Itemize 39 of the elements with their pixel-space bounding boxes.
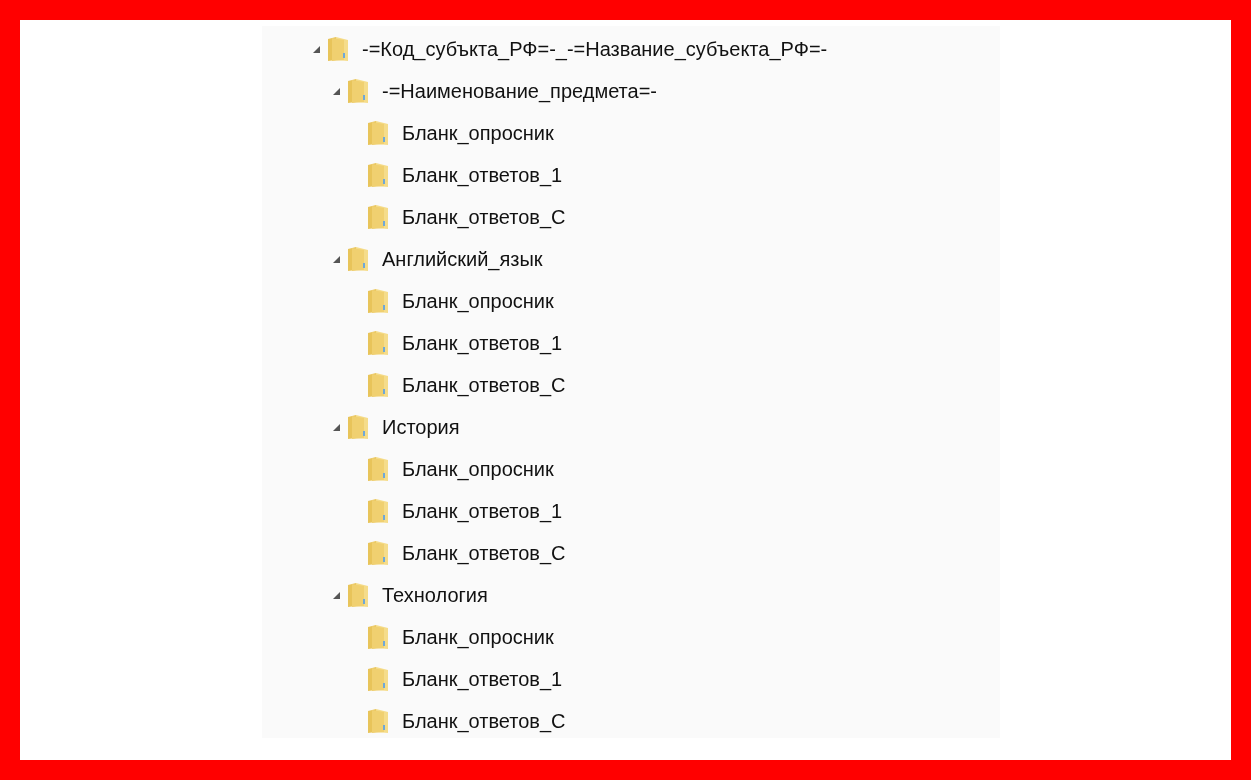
expanded-triangle-icon[interactable] — [331, 590, 341, 600]
folder-icon — [346, 246, 370, 272]
folder-icon — [366, 162, 390, 188]
folder-icon — [346, 78, 370, 104]
folder-name[interactable]: Бланк_опросник — [402, 622, 554, 652]
folder-name[interactable]: Бланк_ответов_С — [402, 202, 566, 232]
folder-name[interactable]: Бланк_ответов_1 — [402, 328, 563, 358]
expanded-triangle-icon[interactable] — [331, 422, 341, 432]
folder-icon — [366, 288, 390, 314]
folder-icon — [366, 372, 390, 398]
folder-icon — [366, 624, 390, 650]
folder-icon — [366, 456, 390, 482]
folder-icon — [366, 204, 390, 230]
folder-name[interactable]: Бланк_опросник — [402, 454, 554, 484]
folder-name[interactable]: История — [382, 412, 460, 442]
folder-name[interactable]: Бланк_опросник — [402, 286, 554, 316]
expanded-triangle-icon[interactable] — [331, 86, 341, 96]
folder-icon — [346, 582, 370, 608]
folder-name[interactable]: Бланк_ответов_С — [402, 538, 566, 568]
expanded-triangle-icon[interactable] — [311, 44, 321, 54]
folder-icon — [366, 120, 390, 146]
folder-name[interactable]: Бланк_ответов_1 — [402, 160, 563, 190]
folder-name[interactable]: Бланк_ответов_С — [402, 370, 566, 400]
folder-name[interactable]: Технология — [382, 580, 488, 610]
folder-name[interactable]: Бланк_ответов_С — [402, 706, 566, 736]
folder-name[interactable]: -=Код_субъкта_РФ=-_-=Название_субъекта_РФ=- — [362, 34, 828, 64]
folder-name[interactable]: -=Наименование_предмета=- — [382, 76, 658, 106]
folder-name[interactable]: Английский_язык — [382, 244, 543, 274]
folder-icon — [326, 36, 350, 62]
folder-name[interactable]: Бланк_ответов_1 — [402, 496, 563, 526]
folder-name[interactable]: Бланк_ответов_1 — [402, 664, 563, 694]
folder-name[interactable]: Бланк_опросник — [402, 118, 554, 148]
folder-icon — [346, 414, 370, 440]
folder-icon — [366, 498, 390, 524]
folder-icon — [366, 708, 390, 734]
folder-icon — [366, 666, 390, 692]
folder-icon — [366, 330, 390, 356]
folder-icon — [366, 540, 390, 566]
expanded-triangle-icon[interactable] — [331, 254, 341, 264]
